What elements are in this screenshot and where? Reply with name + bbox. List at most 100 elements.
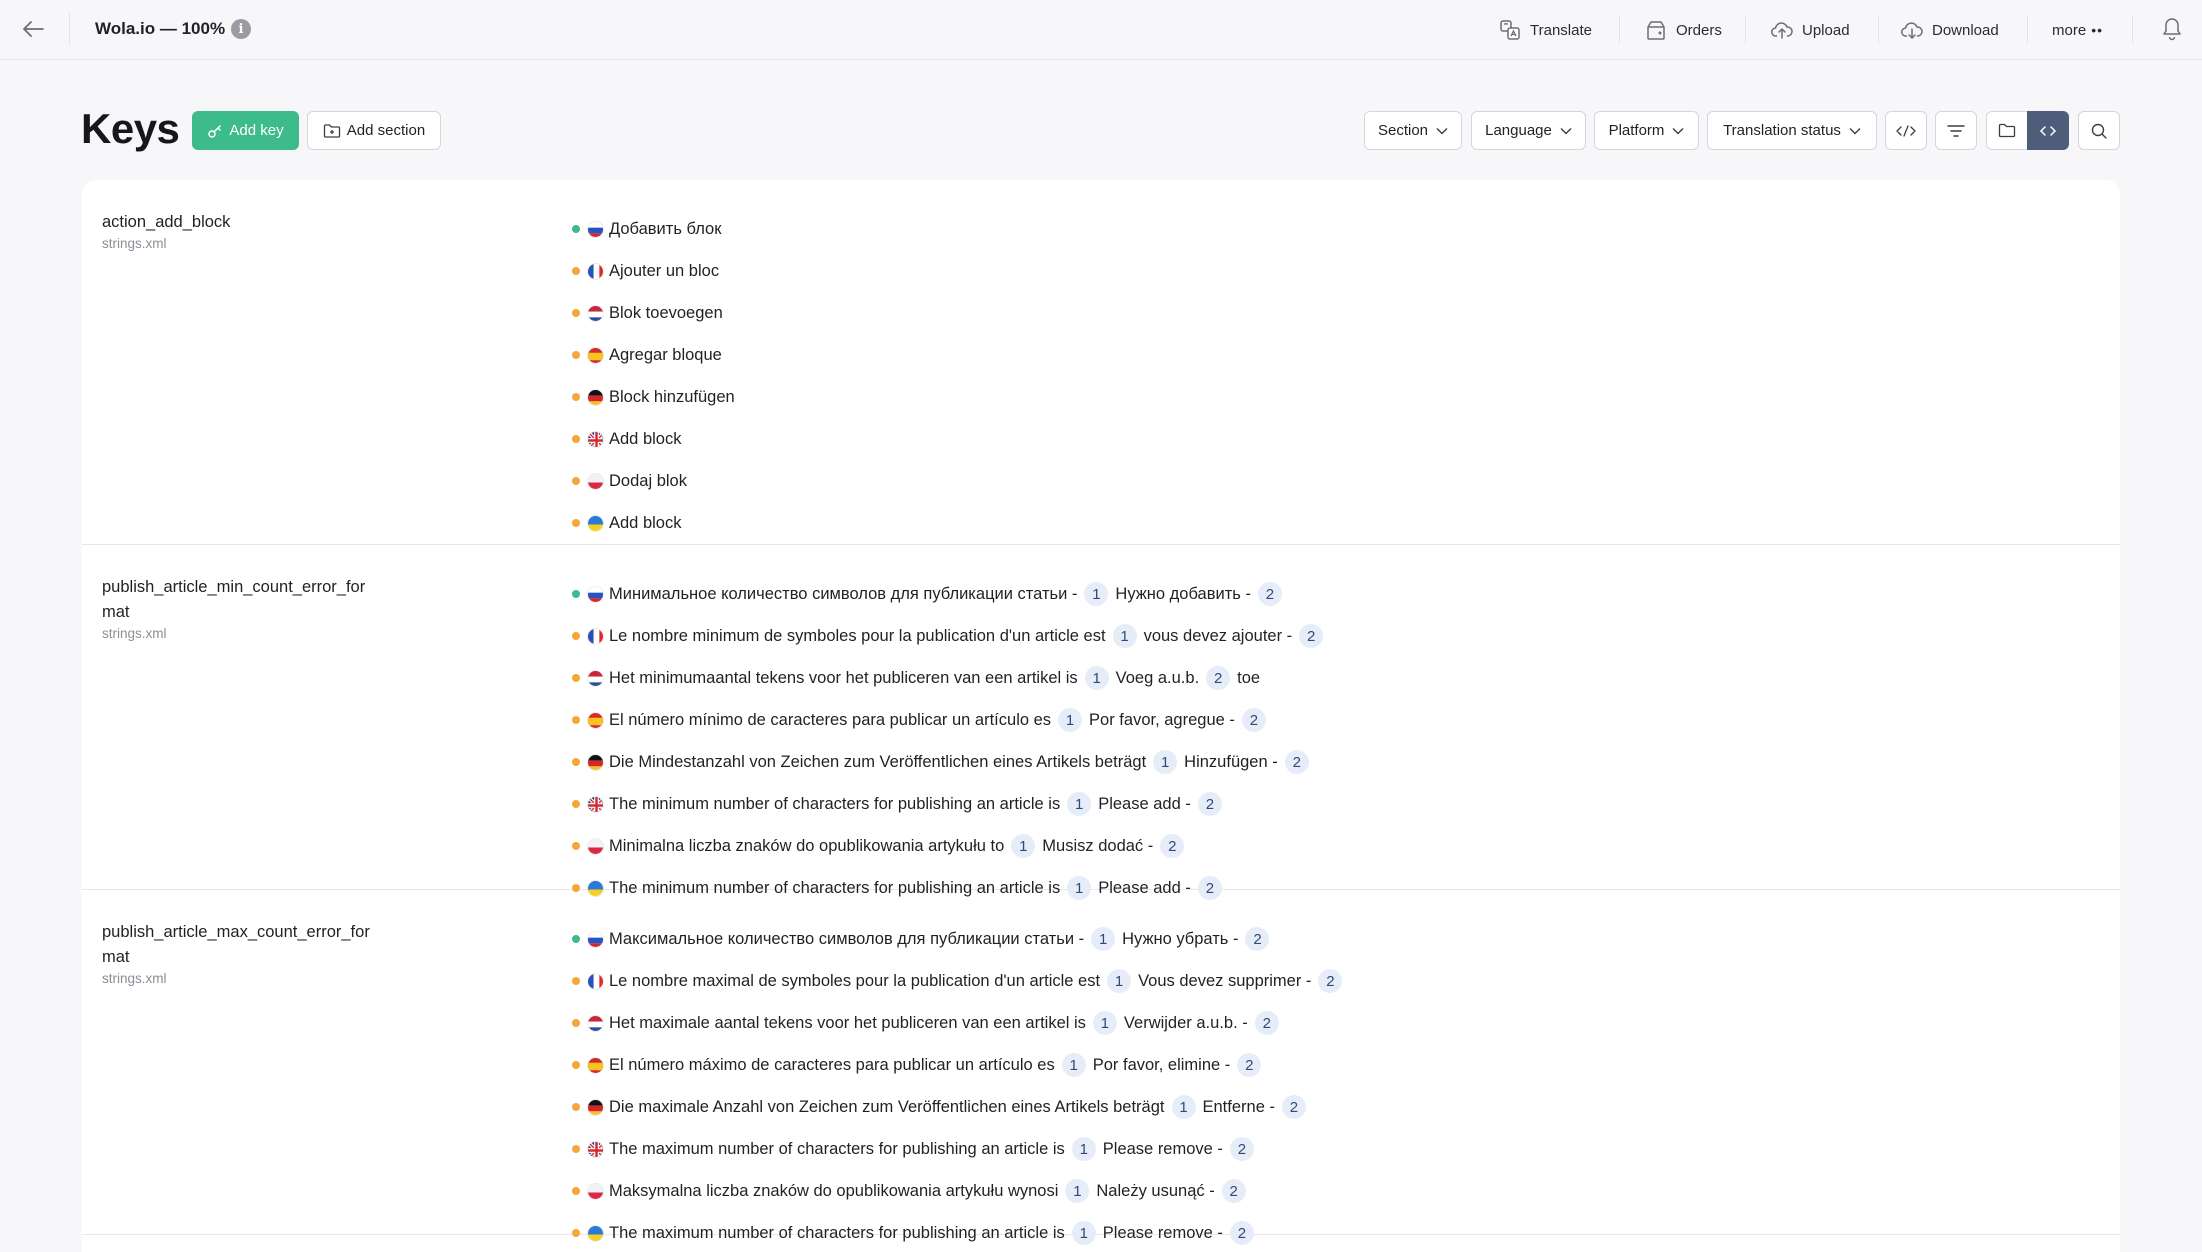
translation-list: Добавить блок Ajouter un bloc Blok toevoeg… (572, 208, 735, 544)
translation-text: Verwijder a.u.b. - (1123, 1013, 1248, 1032)
status-dot (572, 632, 580, 640)
flag-nl-icon (587, 304, 604, 322)
orders-button[interactable]: Orders (1644, 16, 1722, 44)
status-dot (572, 477, 580, 485)
translation-status-filter-label: Translation status (1723, 122, 1841, 139)
translation-row-ru[interactable]: Максимальное количество символов для пуб… (572, 918, 1349, 960)
status-dot (572, 309, 580, 317)
placeholder-badge: 2 (1257, 582, 1282, 606)
status-dot (572, 1187, 580, 1195)
key-row[interactable]: action_add_block strings.xml Добавить бл… (82, 180, 2120, 545)
key-row[interactable]: publish_article_max_count_error_format s… (82, 890, 2120, 1245)
sort-button[interactable] (1935, 111, 1977, 150)
divider (2132, 16, 2133, 44)
next-key-row-partial (82, 1235, 2120, 1252)
translation-row-ru[interactable]: Добавить блок (572, 208, 735, 250)
status-dot (572, 225, 580, 233)
translation-row-es[interactable]: El número mínimo de caracteres para publ… (572, 699, 1330, 741)
flag-pl-icon (587, 1182, 604, 1200)
translation-text: Le nombre minimum de symboles pour la pu… (609, 626, 1106, 645)
translation-row-es[interactable]: Agregar bloque (572, 334, 735, 376)
add-key-label: Add key (229, 122, 284, 139)
translation-row-de[interactable]: Die maximale Anzahl von Zeichen zum Verö… (572, 1086, 1349, 1128)
flag-ru-icon (587, 220, 604, 238)
placeholder-badge: 1 (1153, 750, 1178, 774)
status-dot (572, 267, 580, 275)
flag-gb-icon (587, 430, 604, 448)
key-row[interactable]: publish_article_min_count_error_format s… (82, 545, 2120, 900)
placeholder-badge: 1 (1084, 582, 1109, 606)
status-dot (572, 977, 580, 985)
placeholder-badge: 2 (1221, 1179, 1246, 1203)
section-filter[interactable]: Section (1364, 111, 1462, 150)
translation-row-pl[interactable]: Minimalna liczba znaków do opublikowania… (572, 825, 1330, 867)
code-view-button[interactable] (1885, 111, 1927, 150)
search-button[interactable] (2078, 111, 2120, 150)
translation-text: The minimum number of characters for pub… (609, 794, 1061, 813)
language-filter[interactable]: Language (1471, 111, 1586, 150)
download-button[interactable]: Download (1900, 16, 1999, 44)
add-folder-icon (323, 123, 340, 138)
upload-icon (1771, 22, 1793, 39)
flag-gb-icon (587, 795, 604, 813)
translation-row-pl[interactable]: Maksymalna liczba znaków do opublikowani… (572, 1170, 1349, 1212)
platform-filter[interactable]: Platform (1594, 111, 1699, 150)
status-dot (572, 393, 580, 401)
code-brackets-view-button[interactable] (2027, 111, 2069, 150)
translate-label: Translate (1530, 21, 1592, 39)
placeholder-badge: 1 (1107, 969, 1132, 993)
translation-row-ru[interactable]: Минимальное количество символов для публ… (572, 573, 1330, 615)
status-dot (572, 716, 580, 724)
translation-text: Hinzufügen - (1184, 752, 1278, 771)
translation-row-gb[interactable]: The minimum number of characters for pub… (572, 783, 1330, 825)
status-dot (572, 842, 580, 850)
translate-icon (1500, 20, 1520, 40)
translate-button[interactable]: Translate (1498, 16, 1592, 44)
translation-row-fr[interactable]: Ajouter un bloc (572, 250, 735, 292)
translation-row-nl[interactable]: Blok toevoegen (572, 292, 735, 334)
translation-row-fr[interactable]: Le nombre maximal de symboles pour la pu… (572, 960, 1349, 1002)
divider (69, 12, 70, 46)
add-key-button[interactable]: Add key (192, 111, 299, 150)
back-arrow-icon[interactable] (18, 14, 48, 44)
translation-row-es[interactable]: El número máximo de caracteres para publ… (572, 1044, 1349, 1086)
status-dot (572, 674, 580, 682)
more-button[interactable]: more •• (2052, 16, 2103, 44)
translation-status-filter[interactable]: Translation status (1707, 111, 1877, 150)
flag-gb-icon (587, 1140, 604, 1158)
add-section-button[interactable]: Add section (307, 111, 441, 150)
divider (2027, 16, 2028, 44)
bell-icon[interactable] (2160, 16, 2184, 42)
placeholder-badge: 2 (1245, 927, 1270, 951)
upload-button[interactable]: Upload (1770, 16, 1850, 44)
search-icon (2091, 123, 2107, 139)
translation-text: Por favor, elimine - (1092, 1055, 1231, 1074)
translation-row-nl[interactable]: Het minimumaantal tekens voor het public… (572, 657, 1330, 699)
key-file: strings.xml (102, 626, 167, 641)
translation-row-de[interactable]: Die Mindestanzahl von Zeichen zum Veröff… (572, 741, 1330, 783)
top-bar: Wola.io — 100% i Translate Orders Upload… (0, 0, 2202, 60)
translation-row-gb[interactable]: The maximum number of characters for pub… (572, 1128, 1349, 1170)
translation-row-de[interactable]: Block hinzufügen (572, 376, 735, 418)
placeholder-badge: 1 (1061, 1053, 1086, 1077)
translation-text: Należy usunąć - (1096, 1181, 1215, 1200)
translation-text: Musisz dodać - (1042, 836, 1154, 855)
translation-row-gb[interactable]: Add block (572, 418, 735, 460)
translation-row-pl[interactable]: Dodaj blok (572, 460, 735, 502)
translation-text: El número mínimo de caracteres para publ… (609, 710, 1052, 729)
info-icon[interactable]: i (231, 19, 251, 39)
translation-text: Vous devez supprimer - (1138, 971, 1312, 990)
flag-pl-icon (587, 472, 604, 490)
chevron-down-icon (1560, 127, 1572, 134)
key-name: publish_article_min_count_error_format s… (102, 575, 372, 643)
flag-fr-icon (587, 262, 604, 280)
flag-fr-icon (587, 972, 604, 990)
translation-row-ua[interactable]: Add block (572, 502, 735, 544)
flag-de-icon (587, 388, 604, 406)
translation-row-nl[interactable]: Het maximale aantal tekens voor het publ… (572, 1002, 1349, 1044)
placeholder-badge: 2 (1299, 624, 1324, 648)
folder-view-button[interactable] (1986, 111, 2028, 150)
placeholder-badge: 2 (1318, 969, 1343, 993)
status-dot (572, 590, 580, 598)
translation-row-fr[interactable]: Le nombre minimum de symboles pour la pu… (572, 615, 1330, 657)
